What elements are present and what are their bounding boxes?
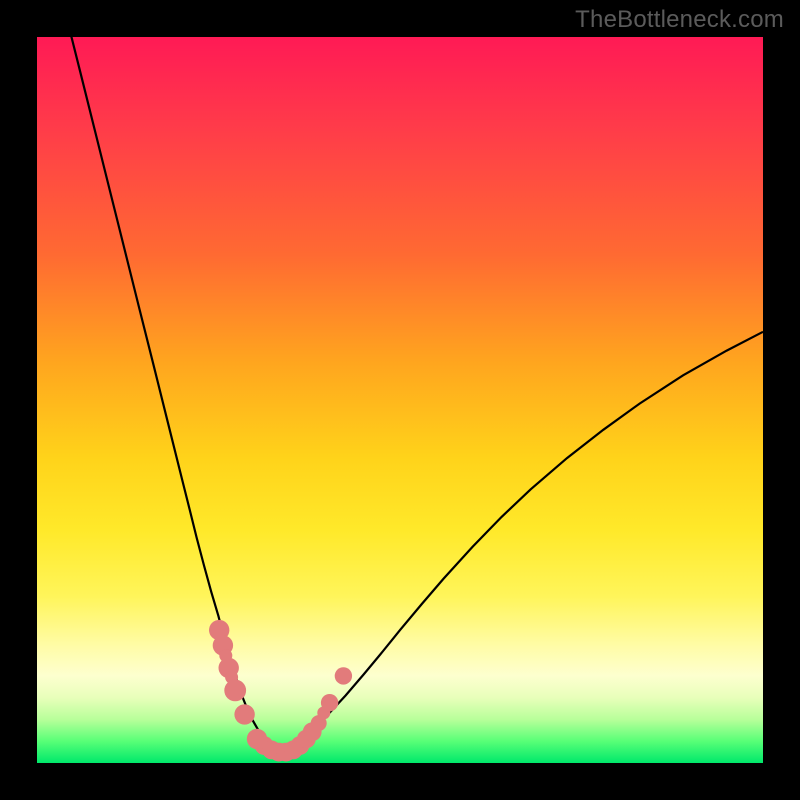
chart-frame: TheBottleneck.com <box>0 0 800 800</box>
chart-svg <box>37 37 763 763</box>
right-branch-curve <box>277 332 763 752</box>
marker-cluster <box>209 620 352 762</box>
data-marker <box>224 680 246 702</box>
data-marker <box>321 694 338 711</box>
plot-area <box>37 37 763 763</box>
left-branch-curve <box>66 37 277 751</box>
watermark-text: TheBottleneck.com <box>575 6 784 34</box>
data-marker <box>234 704 254 724</box>
data-marker <box>335 667 352 684</box>
